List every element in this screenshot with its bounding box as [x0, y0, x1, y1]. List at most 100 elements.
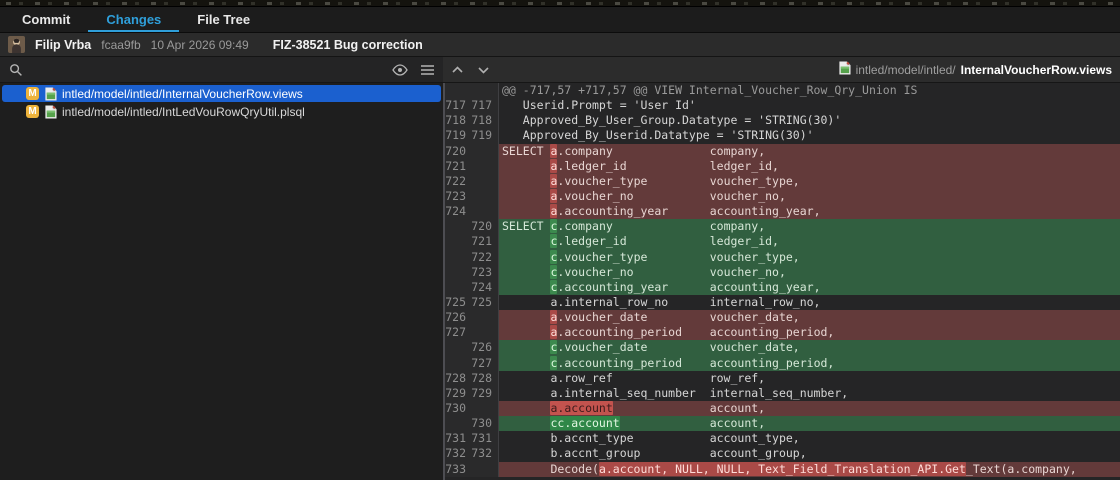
- new-line-number: [471, 83, 497, 98]
- commit-date: 10 Apr 2026 09:49: [150, 37, 249, 52]
- diff-line-context: 719 719 Approved_By_Userid.Datatype = 'ST…: [445, 128, 1120, 144]
- code-text: Decode(a.account, NULL, NULL, Text_Field…: [499, 461, 1120, 477]
- commit-info-bar: Filip Vrba fcaa9fb 10 Apr 2026 09:49 FIZ…: [0, 33, 1120, 57]
- eye-icon[interactable]: [391, 61, 409, 79]
- old-line-number: [445, 280, 471, 295]
- diff-view: @@ -717,57 +717,57 @@ VIEW Internal_Vouc…: [445, 83, 1120, 480]
- tab-commit[interactable]: Commit: [4, 7, 88, 32]
- old-line-number: [445, 219, 471, 234]
- diff-line-removed: 726 a.voucher_date voucher_date,: [445, 310, 1120, 326]
- diff-toolbar: intled/model/intled/InternalVoucherRow.v…: [443, 57, 1120, 83]
- new-line-number: 731: [471, 431, 492, 446]
- old-line-number: 732: [445, 446, 466, 461]
- file-path: intled/model/intled/InternalVoucherRow.v…: [62, 86, 303, 101]
- line-number-gutter: 722: [445, 173, 499, 189]
- line-number-gutter: 733: [445, 461, 499, 477]
- code-text: cc.account account,: [499, 416, 1120, 432]
- commit-hash: fcaa9fb: [101, 37, 141, 52]
- line-number-gutter: 725 725: [445, 294, 499, 311]
- line-number-gutter: 721: [445, 158, 499, 174]
- code-text: c.accounting_period accounting_period,: [499, 355, 1120, 371]
- line-number-gutter: 722: [445, 249, 499, 265]
- code-text: c.voucher_type voucher_type,: [499, 249, 1120, 265]
- changed-files-panel: Mintled/model/intled/InternalVoucherRow.…: [0, 57, 443, 480]
- line-number-gutter: 724: [445, 279, 499, 295]
- line-number-gutter: 727: [445, 355, 499, 371]
- tab-file-tree[interactable]: File Tree: [179, 7, 268, 32]
- new-line-number: [471, 174, 497, 189]
- diff-line-removed: 733 Decode(a.account, NULL, NULL, Text_F…: [445, 461, 1120, 477]
- changed-file-list: Mintled/model/intled/InternalVoucherRow.…: [0, 83, 443, 480]
- line-number-gutter: 718 718: [445, 113, 499, 129]
- old-line-number: 726: [445, 310, 466, 325]
- code-text: SELECT a.company company,: [499, 143, 1120, 159]
- code-text: @@ -717,57 +717,57 @@ VIEW Internal_Vouc…: [502, 83, 918, 97]
- clipped-text-marks: [6, 2, 1114, 5]
- code-text: a.account account,: [499, 400, 1120, 417]
- code-text: a.internal_seq_number internal_seq_numbe…: [502, 385, 849, 400]
- old-line-number: [445, 250, 471, 265]
- code-text: Approved_By_User_Group.Datatype = 'STRIN…: [502, 113, 842, 128]
- old-line-number: [445, 83, 471, 98]
- old-line-number: 722: [445, 173, 466, 188]
- modified-badge: M: [26, 87, 39, 100]
- code-text: b.accnt_group account_group,: [502, 446, 807, 461]
- search-icon[interactable]: [7, 61, 25, 79]
- line-number-gutter: 721: [445, 234, 499, 250]
- new-line-number: 724: [471, 279, 492, 294]
- old-line-number: 720: [445, 143, 466, 158]
- diff-line-context: 717 717 Userid.Prompt = 'User Id': [445, 98, 1120, 114]
- next-change-button[interactable]: [474, 61, 492, 79]
- new-line-number: [471, 462, 497, 477]
- line-number-gutter: 726: [445, 310, 499, 326]
- code-text: Approved_By_Userid.Datatype = 'STRING(30…: [502, 128, 814, 143]
- code-text: c.accounting_year accounting_year,: [499, 279, 1120, 295]
- content-area: Mintled/model/intled/InternalVoucherRow.…: [0, 57, 1120, 480]
- commit-message: FIZ-38521 Bug correction: [272, 37, 423, 52]
- old-line-number: 721: [445, 158, 466, 173]
- new-line-number: [471, 159, 497, 174]
- new-line-number: 720: [471, 219, 492, 234]
- commit-author: Filip Vrba: [35, 37, 92, 52]
- list-view-icon[interactable]: [418, 61, 436, 79]
- diff-line-context: 732 732 b.accnt_group account_group,: [445, 446, 1120, 462]
- new-line-number: 719: [471, 128, 492, 143]
- new-line-number: 725: [471, 294, 492, 309]
- diff-line-added: 730 cc.account account,: [445, 416, 1120, 432]
- diff-line-removed: 730 a.account account,: [445, 400, 1120, 417]
- file-row[interactable]: Mintled/model/intled/IntLedVouRowQryUtil…: [2, 103, 441, 120]
- diff-line-added: 720 SELECT c.company company,: [445, 219, 1120, 235]
- old-line-number: 724: [445, 204, 466, 219]
- tab-changes[interactable]: Changes: [88, 7, 179, 32]
- diff-file-dir: intled/model/intled/: [855, 62, 956, 77]
- code-text: a.accounting_period accounting_period,: [499, 325, 1120, 341]
- diff-line-context: 725 725 a.internal_row_no internal_row_no…: [445, 294, 1120, 311]
- new-line-number: 721: [471, 234, 492, 249]
- diff-line-removed: 721 a.ledger_id ledger_id,: [445, 158, 1120, 174]
- new-line-number: [471, 325, 497, 340]
- file-list-toolbar: [0, 57, 443, 83]
- file-path: intled/model/intled/IntLedVouRowQryUtil.…: [62, 104, 305, 119]
- new-line-number: 730: [471, 416, 492, 431]
- code-text: a.row_ref row_ref,: [502, 370, 766, 385]
- diff-line-context: 728 728 a.row_ref row_ref,: [445, 370, 1120, 386]
- old-line-number: [445, 234, 471, 249]
- file-icon: [45, 105, 57, 118]
- new-line-number: [471, 144, 497, 159]
- old-line-number: [445, 340, 471, 355]
- old-line-number: 719: [445, 128, 466, 143]
- diff-body-wrap: @@ -717,57 +717,57 @@ VIEW Internal_Vouc…: [443, 83, 1120, 480]
- file-row[interactable]: Mintled/model/intled/InternalVoucherRow.…: [2, 85, 441, 102]
- line-number-gutter: 731 731: [445, 431, 499, 447]
- code-text: c.voucher_date voucher_date,: [499, 340, 1120, 356]
- line-number-gutter: 730: [445, 416, 499, 432]
- code-text: a.ledger_id ledger_id,: [499, 158, 1120, 174]
- line-number-gutter: 720: [445, 143, 499, 159]
- diff-line-removed: 727 a.accounting_period accounting_perio…: [445, 325, 1120, 341]
- line-number-gutter: 723: [445, 188, 499, 205]
- diff-line-added: 727 c.accounting_period accounting_perio…: [445, 355, 1120, 371]
- code-text: c.voucher_no voucher_no,: [499, 264, 1120, 280]
- old-line-number: [445, 356, 471, 371]
- previous-change-button[interactable]: [448, 61, 466, 79]
- line-number-gutter: 723: [445, 264, 499, 280]
